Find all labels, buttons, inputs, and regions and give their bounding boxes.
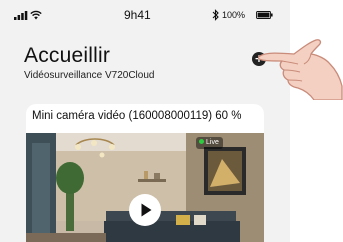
- status-time: 9h41: [124, 8, 151, 22]
- play-button[interactable]: [129, 194, 161, 226]
- camera-name: Mini caméra vidéo (160008000119) 60 %: [32, 110, 242, 122]
- status-bar: 9h41 100%: [14, 8, 274, 24]
- live-indicator-dot: [199, 138, 204, 144]
- battery-percentage: 100%: [222, 10, 246, 20]
- battery-icon: [256, 11, 273, 19]
- signal-icon: [14, 11, 28, 20]
- wifi-icon: [30, 10, 42, 20]
- page-subtitle: Vidéosurveillance V720Cloud: [24, 70, 155, 81]
- screenshot: 9h41 100% Accueillir Vidéosurveillance V…: [0, 0, 343, 242]
- pointing-hand-illustration: [258, 39, 343, 100]
- bluetooth-icon: [212, 9, 219, 21]
- play-icon: [141, 203, 152, 217]
- live-label: Live: [206, 139, 219, 146]
- live-badge: Live: [196, 137, 223, 149]
- page-title: Accueillir: [24, 44, 111, 67]
